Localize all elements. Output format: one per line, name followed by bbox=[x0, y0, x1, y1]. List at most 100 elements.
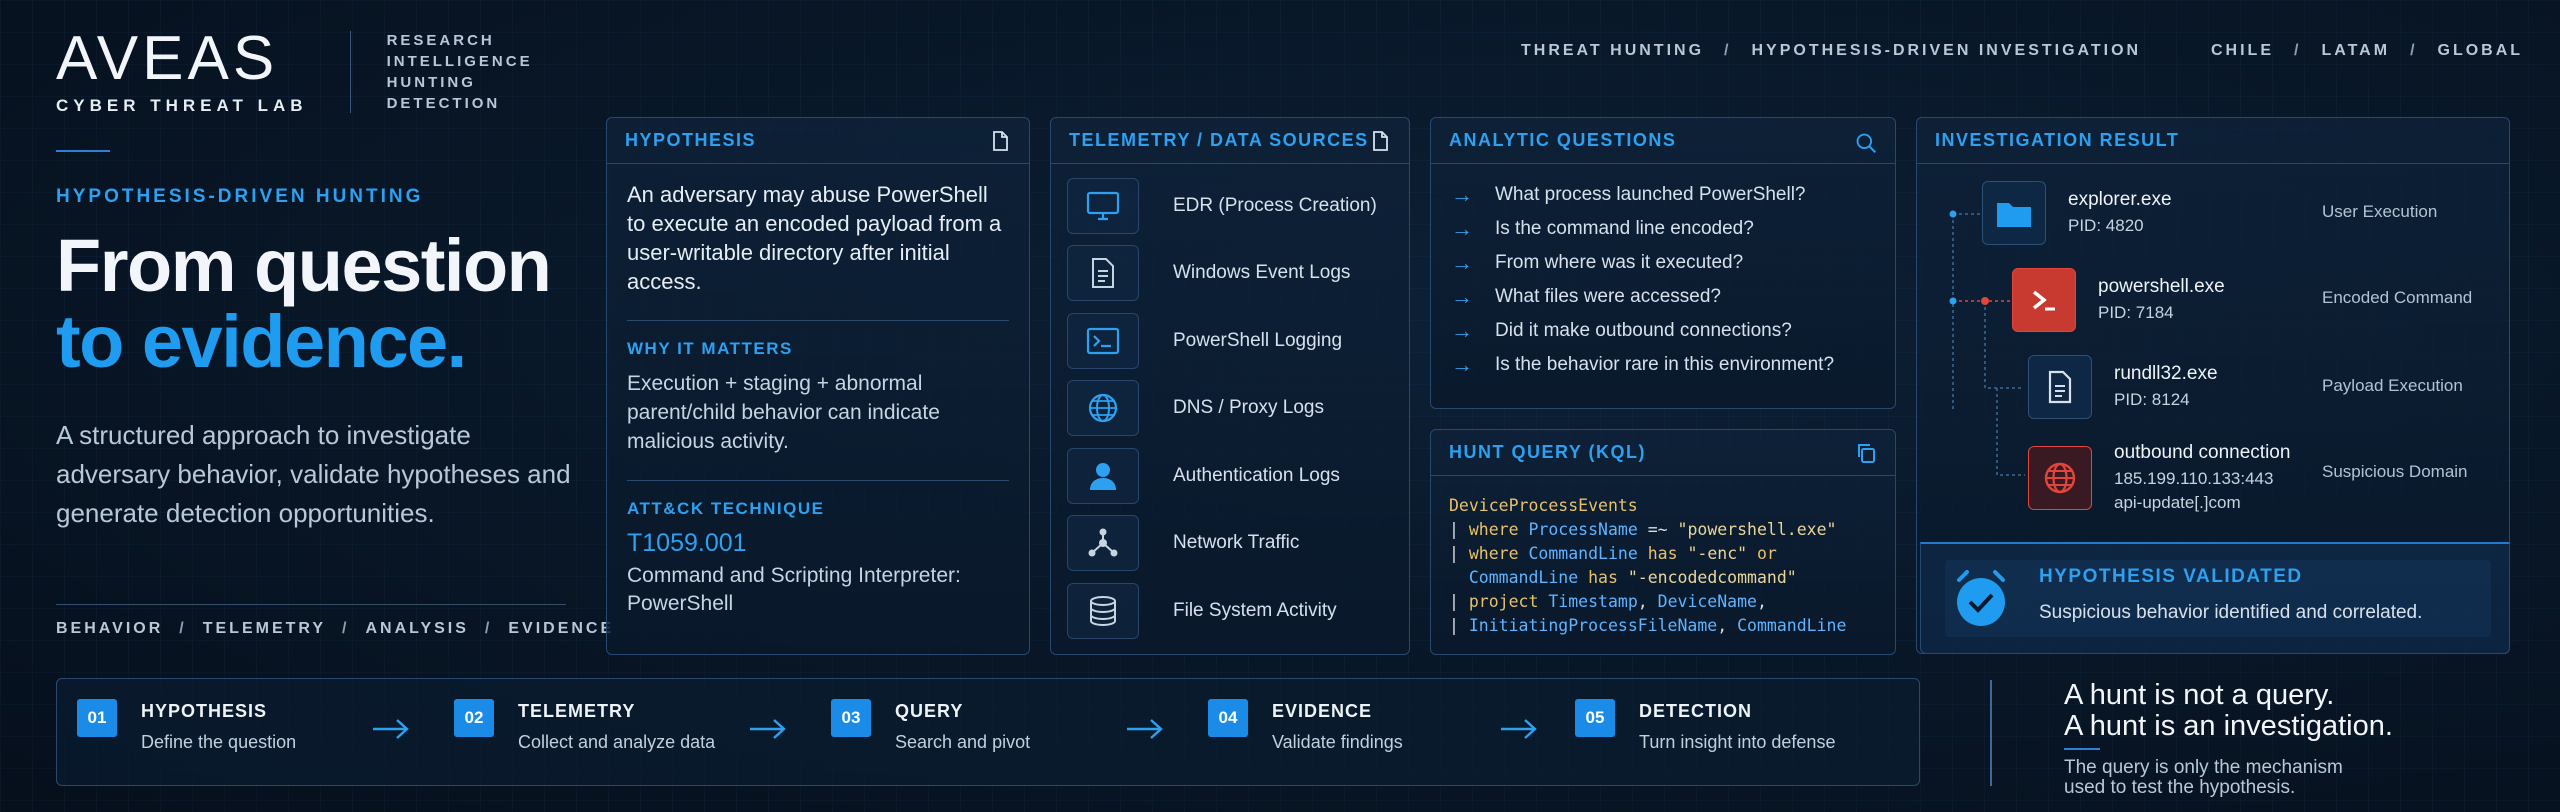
step-subtitle: Define the question bbox=[141, 732, 297, 752]
document-icon[interactable] bbox=[989, 130, 1011, 152]
globe-icon bbox=[1067, 380, 1139, 437]
tag-separator: / bbox=[484, 620, 493, 637]
step-subtitle: Validate findings bbox=[1272, 732, 1403, 752]
arrow-right-icon bbox=[373, 719, 409, 739]
quote-line: A hunt is an investigation. bbox=[2064, 710, 2393, 742]
nav-item: CHILE bbox=[2211, 42, 2274, 59]
step-telemetry[interactable]: 02 TELEMETRY Collect and analyze data bbox=[454, 699, 715, 753]
process-name: powershell.exe bbox=[2098, 276, 2225, 297]
question-list: → What process launched PowerShell? → Is t… bbox=[1431, 164, 1895, 382]
card-title: ANALYTIC QUESTIONS bbox=[1449, 130, 1677, 150]
validated-title: HYPOTHESIS VALIDATED bbox=[2039, 566, 2303, 587]
nav-separator: / bbox=[2294, 42, 2302, 59]
document-icon[interactable] bbox=[1369, 130, 1391, 152]
step-query[interactable]: 03 QUERY Search and pivot bbox=[831, 699, 1030, 753]
query-line: CommandLine has "-encodedcommand" bbox=[1468, 568, 1797, 587]
query-line: | where CommandLine has "-enc" or bbox=[1449, 544, 1777, 563]
nav-separator: / bbox=[2410, 42, 2418, 59]
process-node[interactable]: rundll32.exe PID: 8124 bbox=[2028, 355, 2218, 419]
step-title: TELEMETRY bbox=[518, 701, 636, 721]
step-evidence[interactable]: 04 EVIDENCE Validate findings bbox=[1208, 699, 1403, 753]
connection-node[interactable]: outbound connection 185.199.110.133:443 … bbox=[2028, 442, 2290, 514]
top-nav-region: CHILE / LATAM / GLOBAL bbox=[2211, 42, 2523, 60]
nav-item: LATAM bbox=[2321, 42, 2391, 59]
step-title: EVIDENCE bbox=[1272, 701, 1373, 721]
card-header: HYPOTHESIS bbox=[607, 118, 1029, 164]
hunt-query-card: HUNT QUERY (KQL) DeviceProcessEvents | w… bbox=[1430, 429, 1896, 655]
card-header: ANALYTIC QUESTIONS bbox=[1431, 118, 1895, 164]
step-title: HYPOTHESIS bbox=[141, 701, 268, 721]
step-title: QUERY bbox=[895, 701, 964, 721]
powershell-icon bbox=[2012, 268, 2076, 332]
why-text: Execution + staging + abnormal parent/ch… bbox=[627, 372, 940, 453]
hero-kicker: HYPOTHESIS-DRIVEN HUNTING bbox=[56, 186, 424, 207]
user-icon bbox=[1067, 447, 1139, 504]
card-title: HYPOTHESIS bbox=[625, 130, 757, 150]
quote-divider bbox=[1990, 680, 1992, 786]
arrow-right-icon: → bbox=[1451, 182, 1473, 207]
node-tag: Suspicious Domain bbox=[2322, 462, 2468, 481]
question-text: What process launched PowerShell? bbox=[1495, 184, 1806, 205]
arrow-right-icon: → bbox=[1451, 352, 1473, 377]
process-pid: PID: 8124 bbox=[2114, 390, 2190, 409]
logo-wordmark: AVEAS bbox=[56, 24, 279, 93]
step-number: 05 bbox=[1575, 699, 1615, 737]
step-subtitle: Turn insight into defense bbox=[1639, 732, 1836, 752]
list-item[interactable]: Authentication Logs bbox=[1067, 442, 1395, 510]
hero-bottom-tags: BEHAVIOR / TELEMETRY / ANALYSIS / EVIDENCE bbox=[56, 620, 614, 638]
telemetry-label: EDR (Process Creation) bbox=[1173, 194, 1377, 216]
brand-tags: RESEARCH INTELLIGENCE HUNTING DETECTION bbox=[387, 30, 533, 114]
step-hypothesis[interactable]: 01 HYPOTHESIS Define the question bbox=[77, 699, 296, 753]
copy-icon[interactable] bbox=[1855, 442, 1877, 464]
list-item: → From where was it executed? bbox=[1451, 246, 1875, 280]
list-item[interactable]: Windows Event Logs bbox=[1067, 240, 1395, 308]
quote-subtext: used to test the hypothesis. bbox=[2064, 777, 2296, 798]
step-number: 02 bbox=[454, 699, 494, 737]
list-item[interactable]: PowerShell Logging bbox=[1067, 307, 1395, 375]
list-item[interactable]: File System Activity bbox=[1067, 577, 1395, 645]
hypothesis-text: An adversary may abuse PowerShell to exe… bbox=[627, 182, 1002, 294]
step-number: 01 bbox=[77, 699, 117, 737]
question-text: Did it make outbound connections? bbox=[1495, 320, 1792, 341]
closing-quote: A hunt is not a query. A hunt is an inve… bbox=[2064, 680, 2393, 798]
quote-line: A hunt is not a query. bbox=[2064, 679, 2335, 711]
bottom-tag: ANALYSIS bbox=[365, 620, 469, 637]
list-item: → Is the behavior rare in this environmen… bbox=[1451, 348, 1875, 382]
bottom-tag: TELEMETRY bbox=[202, 620, 327, 637]
process-node[interactable]: powershell.exe PID: 7184 bbox=[2012, 268, 2225, 332]
workflow-steps: 01 HYPOTHESIS Define the question 02 TELE… bbox=[56, 678, 1920, 786]
nav-separator: / bbox=[1724, 42, 1732, 59]
monitor-icon bbox=[1067, 177, 1139, 234]
step-number: 03 bbox=[831, 699, 871, 737]
brand-divider bbox=[349, 31, 351, 113]
divider bbox=[627, 320, 1009, 321]
question-text: What files were accessed? bbox=[1495, 286, 1721, 307]
hero-bottom-rule bbox=[56, 604, 566, 605]
step-detection[interactable]: 05 DETECTION Turn insight into defense bbox=[1575, 699, 1835, 753]
connection-name: outbound connection bbox=[2114, 442, 2291, 463]
list-item: → Is the command line encoded? bbox=[1451, 212, 1875, 246]
card-title: HUNT QUERY (KQL) bbox=[1449, 442, 1646, 462]
hypothesis-validated-banner: HYPOTHESIS VALIDATED Suspicious behavior… bbox=[1920, 542, 2510, 654]
connection-address: 185.199.110.133:443 bbox=[2114, 469, 2274, 488]
technique-description: Command and Scripting Interpreter: Power… bbox=[627, 564, 961, 615]
kql-query[interactable]: DeviceProcessEvents | where ProcessName … bbox=[1431, 476, 1895, 638]
telemetry-label: Windows Event Logs bbox=[1173, 262, 1351, 284]
step-title: DETECTION bbox=[1639, 701, 1753, 721]
list-item[interactable]: EDR (Process Creation) bbox=[1067, 172, 1395, 240]
list-item[interactable]: DNS / Proxy Logs bbox=[1067, 375, 1395, 443]
query-line: | where ProcessName =~ "powershell.exe" bbox=[1449, 520, 1837, 539]
bottom-tag: EVIDENCE bbox=[508, 620, 615, 637]
hero-title: From question to evidence. bbox=[56, 228, 576, 380]
top-nav-topic: THREAT HUNTING / HYPOTHESIS-DRIVEN INVESTI… bbox=[1521, 42, 2141, 60]
nav-item: THREAT HUNTING bbox=[1521, 42, 1705, 59]
node-tag: User Execution bbox=[2322, 202, 2438, 221]
process-node[interactable]: explorer.exe PID: 4820 bbox=[1982, 181, 2172, 245]
search-icon[interactable] bbox=[1855, 130, 1877, 153]
list-item[interactable]: Network Traffic bbox=[1067, 510, 1395, 578]
hero-description: A structured approach to investigate adv… bbox=[56, 420, 571, 528]
quote-subtext: The query is only the mechanism bbox=[2064, 757, 2343, 778]
query-line: DeviceProcessEvents bbox=[1449, 496, 1638, 515]
node-tag: Encoded Command bbox=[2322, 288, 2473, 307]
question-text: Is the behavior rare in this environment… bbox=[1495, 354, 1835, 375]
